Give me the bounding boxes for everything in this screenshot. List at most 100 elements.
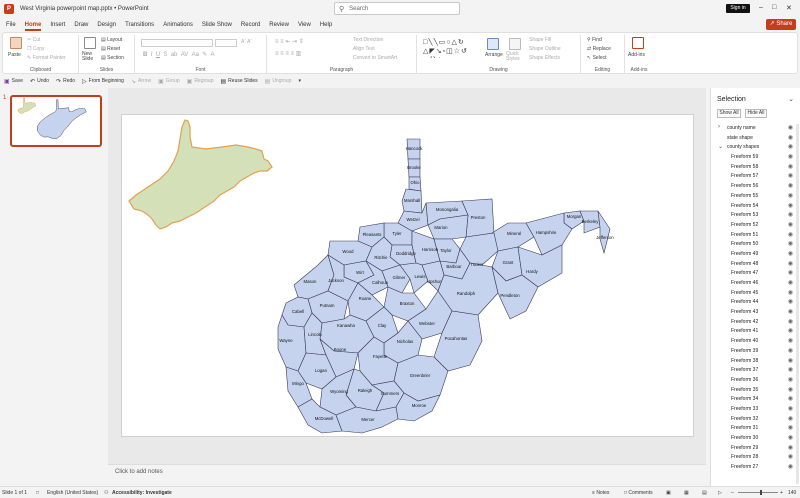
qat-arrow-button[interactable]: ↘ Arrow: [131, 78, 151, 85]
tab-help[interactable]: Help: [320, 22, 332, 28]
addins-button[interactable]: Add-ins: [628, 52, 645, 58]
alignment-buttons-icon[interactable]: ≡ ≡ ≡ ≡ ▥: [275, 50, 301, 57]
county-label[interactable]: Raleigh: [358, 388, 373, 393]
eye-icon[interactable]: ◉: [788, 395, 793, 402]
selection-item[interactable]: Freeform 35 ◉: [711, 386, 800, 396]
tab-record[interactable]: Record: [241, 22, 260, 28]
county-label[interactable]: Upshur: [427, 279, 441, 284]
county-label[interactable]: Logan: [315, 368, 328, 373]
selection-item[interactable]: state shape ◉: [711, 134, 800, 144]
tab-draw[interactable]: Draw: [74, 22, 88, 28]
county-label[interactable]: Wood: [342, 249, 354, 254]
eye-icon[interactable]: ◉: [788, 424, 793, 431]
selection-item[interactable]: Freeform 38 ◉: [711, 357, 800, 367]
county-label[interactable]: Preston: [471, 215, 486, 220]
close-icon[interactable]: ✕: [786, 4, 792, 12]
eye-icon[interactable]: ◉: [788, 444, 793, 451]
sign-in-button[interactable]: Sign in: [726, 4, 750, 13]
font-family-select[interactable]: [141, 39, 213, 47]
county-label[interactable]: Braxton: [400, 301, 415, 306]
format-painter-button[interactable]: ✎ Format Painter: [27, 55, 66, 61]
align-text-button[interactable]: Align Text: [353, 46, 375, 52]
county-label[interactable]: Taylor: [440, 248, 452, 253]
county-label[interactable]: Putnam: [320, 303, 335, 308]
selection-item[interactable]: Freeform 55 ◉: [711, 192, 800, 202]
county-label[interactable]: Wirt: [356, 270, 364, 275]
selection-item[interactable]: Freeform 30 ◉: [711, 434, 800, 444]
county-label[interactable]: Clay: [378, 323, 387, 328]
selection-item[interactable]: Freeform 57 ◉: [711, 172, 800, 182]
eye-icon[interactable]: ◉: [788, 260, 793, 267]
maximize-icon[interactable]: □: [772, 4, 776, 11]
county-label[interactable]: Marshall: [404, 198, 420, 203]
county-label[interactable]: Pleasants: [363, 232, 382, 237]
font-size-increase-icon[interactable]: Aˆ Aˇ: [241, 39, 252, 45]
minimize-icon[interactable]: –: [759, 4, 763, 11]
language-status[interactable]: English (United States): [47, 490, 98, 496]
county-label[interactable]: Mingo: [292, 381, 304, 386]
eye-icon[interactable]: ◉: [788, 250, 793, 257]
county-label[interactable]: Doddridge: [396, 251, 416, 256]
reading-view-icon[interactable]: ▤: [702, 490, 707, 496]
shape-effects-button[interactable]: Shape Effects: [529, 55, 560, 61]
text-direction-button[interactable]: Text Direction: [353, 37, 383, 43]
county-label[interactable]: Hampshire: [536, 230, 557, 235]
selection-item[interactable]: Freeform 54 ◉: [711, 202, 800, 212]
eye-icon[interactable]: ◉: [788, 327, 793, 334]
eye-icon[interactable]: ◉: [788, 289, 793, 296]
new-slide-icon[interactable]: [84, 37, 96, 49]
county-label[interactable]: Greenbrier: [410, 373, 431, 378]
selection-item[interactable]: ⌄ county shapes ◉: [711, 143, 800, 153]
eye-icon[interactable]: ◉: [788, 337, 793, 344]
eye-icon[interactable]: ◉: [788, 347, 793, 354]
selection-item[interactable]: Freeform 45 ◉: [711, 289, 800, 299]
comments-button[interactable]: □ Comments: [624, 490, 653, 496]
hide-all-button[interactable]: Hide All: [745, 109, 767, 118]
selection-item[interactable]: Freeform 42 ◉: [711, 318, 800, 328]
paste-icon[interactable]: [10, 37, 22, 49]
county-label[interactable]: Lincoln: [308, 332, 322, 337]
county-label[interactable]: Fayette: [373, 354, 388, 359]
zoom-level[interactable]: 140: [788, 490, 796, 496]
tab-view[interactable]: View: [298, 22, 311, 28]
selection-item[interactable]: Freeform 39 ◉: [711, 347, 800, 357]
paste-button[interactable]: Paste: [8, 52, 21, 58]
eye-icon[interactable]: ◉: [788, 279, 793, 286]
eye-icon[interactable]: ◉: [788, 298, 793, 305]
list-buttons-icon[interactable]: ≡ ≡ ⇤ ⇥ ⇕: [275, 38, 304, 45]
county-label[interactable]: Calhoun: [372, 280, 389, 285]
notes-button[interactable]: ≡ Notes: [592, 490, 609, 496]
county-label[interactable]: Randolph: [457, 291, 476, 296]
shape-outline-button[interactable]: Shape Outline: [529, 46, 561, 52]
eye-icon[interactable]: ◉: [788, 134, 793, 141]
qat-from-beginning-button[interactable]: ▷ From Beginning: [82, 78, 124, 85]
county-mineral[interactable]: [491, 222, 535, 252]
accessibility-status[interactable]: Accessibility: Investigate: [112, 490, 172, 496]
county-label[interactable]: Ritchie: [374, 255, 388, 260]
selection-item[interactable]: Freeform 58 ◉: [711, 163, 800, 173]
selection-item[interactable]: Freeform 46 ◉: [711, 279, 800, 289]
eye-icon[interactable]: ◉: [788, 163, 793, 170]
county-label[interactable]: Boone: [334, 347, 347, 352]
tab-review[interactable]: Review: [269, 22, 289, 28]
tab-slide-show[interactable]: Slide Show: [202, 22, 232, 28]
shape-fill-button[interactable]: Shape Fill: [529, 37, 551, 43]
county-label[interactable]: Wetzel: [406, 217, 419, 222]
selection-item[interactable]: Freeform 43 ◉: [711, 308, 800, 318]
eye-icon[interactable]: ◉: [788, 143, 793, 150]
county-label[interactable]: Nicholas: [397, 339, 413, 344]
spellcheck-icon[interactable]: □: [36, 490, 39, 496]
eye-icon[interactable]: ◉: [788, 463, 793, 470]
county-label[interactable]: Jefferson: [596, 235, 614, 240]
eye-icon[interactable]: ◉: [788, 221, 793, 228]
county-label[interactable]: Pendleton: [500, 293, 520, 298]
layout-button[interactable]: ▤ Layout: [101, 37, 122, 43]
select-button[interactable]: ↖ Select: [587, 55, 607, 61]
qat-customize-icon[interactable]: ▾: [299, 78, 302, 84]
eye-icon[interactable]: ◉: [788, 211, 793, 218]
new-slide-button[interactable]: New Slide: [82, 52, 100, 62]
section-button[interactable]: ▤ Section: [101, 55, 124, 61]
selection-item[interactable]: Freeform 40 ◉: [711, 337, 800, 347]
slide-canvas[interactable]: Hancock Brooke Ohio Marshall Wetzel Monongali…: [121, 114, 694, 437]
county-label[interactable]: Marion: [434, 225, 448, 230]
